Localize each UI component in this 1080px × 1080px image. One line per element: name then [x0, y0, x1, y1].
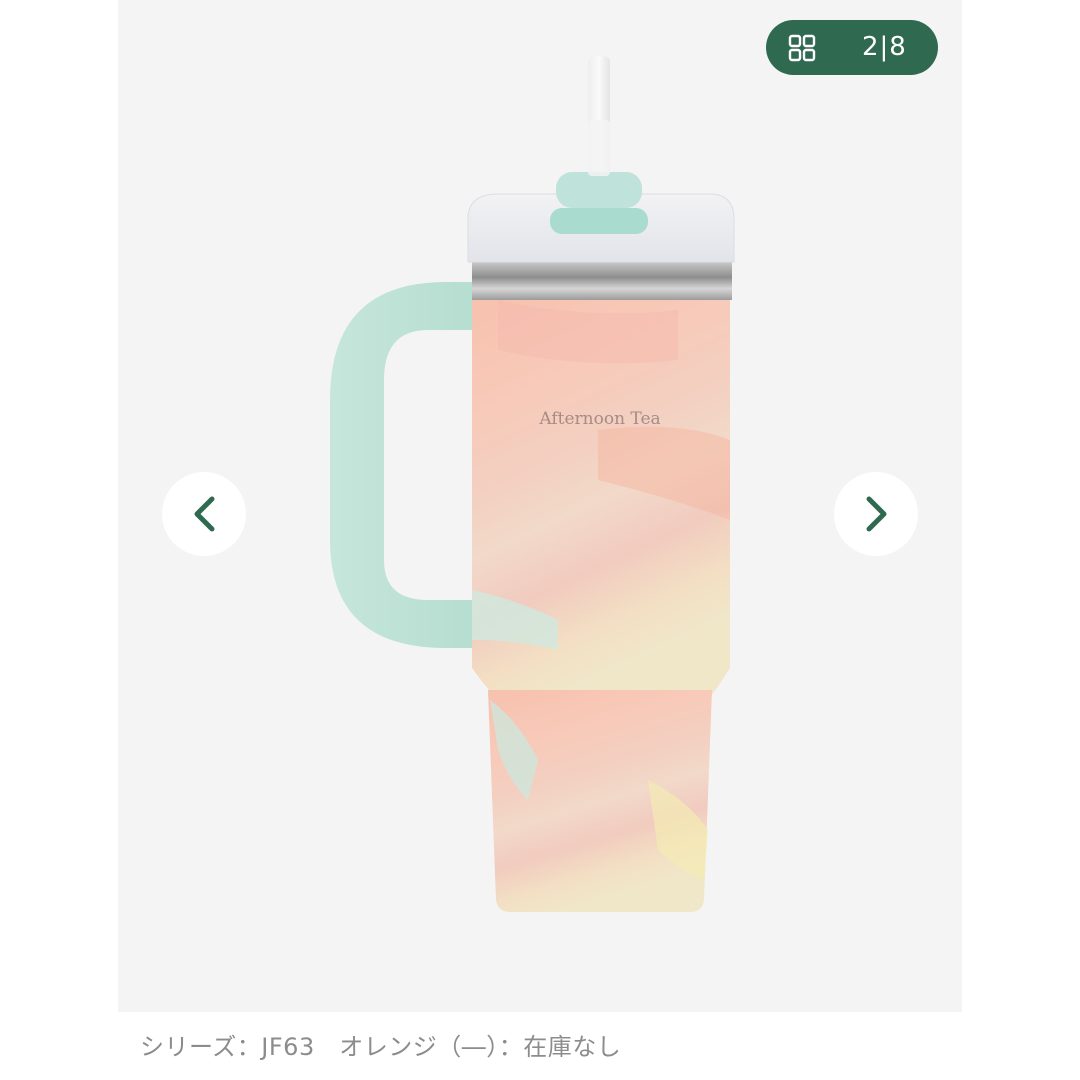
grid-icon — [788, 34, 816, 62]
brand-logo-text: Afternoon Tea — [538, 409, 660, 429]
chevron-right-icon — [866, 496, 887, 532]
previous-image-button[interactable] — [162, 472, 246, 556]
image-counter-badge[interactable]: 2|8 — [766, 20, 938, 75]
image-counter-text: 2|8 — [862, 32, 907, 62]
variant-stock-caption: シリーズ：JF63 オレンジ（―）：在庫なし — [140, 1033, 622, 1061]
chevron-left-icon — [194, 496, 215, 532]
next-image-button[interactable] — [834, 472, 918, 556]
